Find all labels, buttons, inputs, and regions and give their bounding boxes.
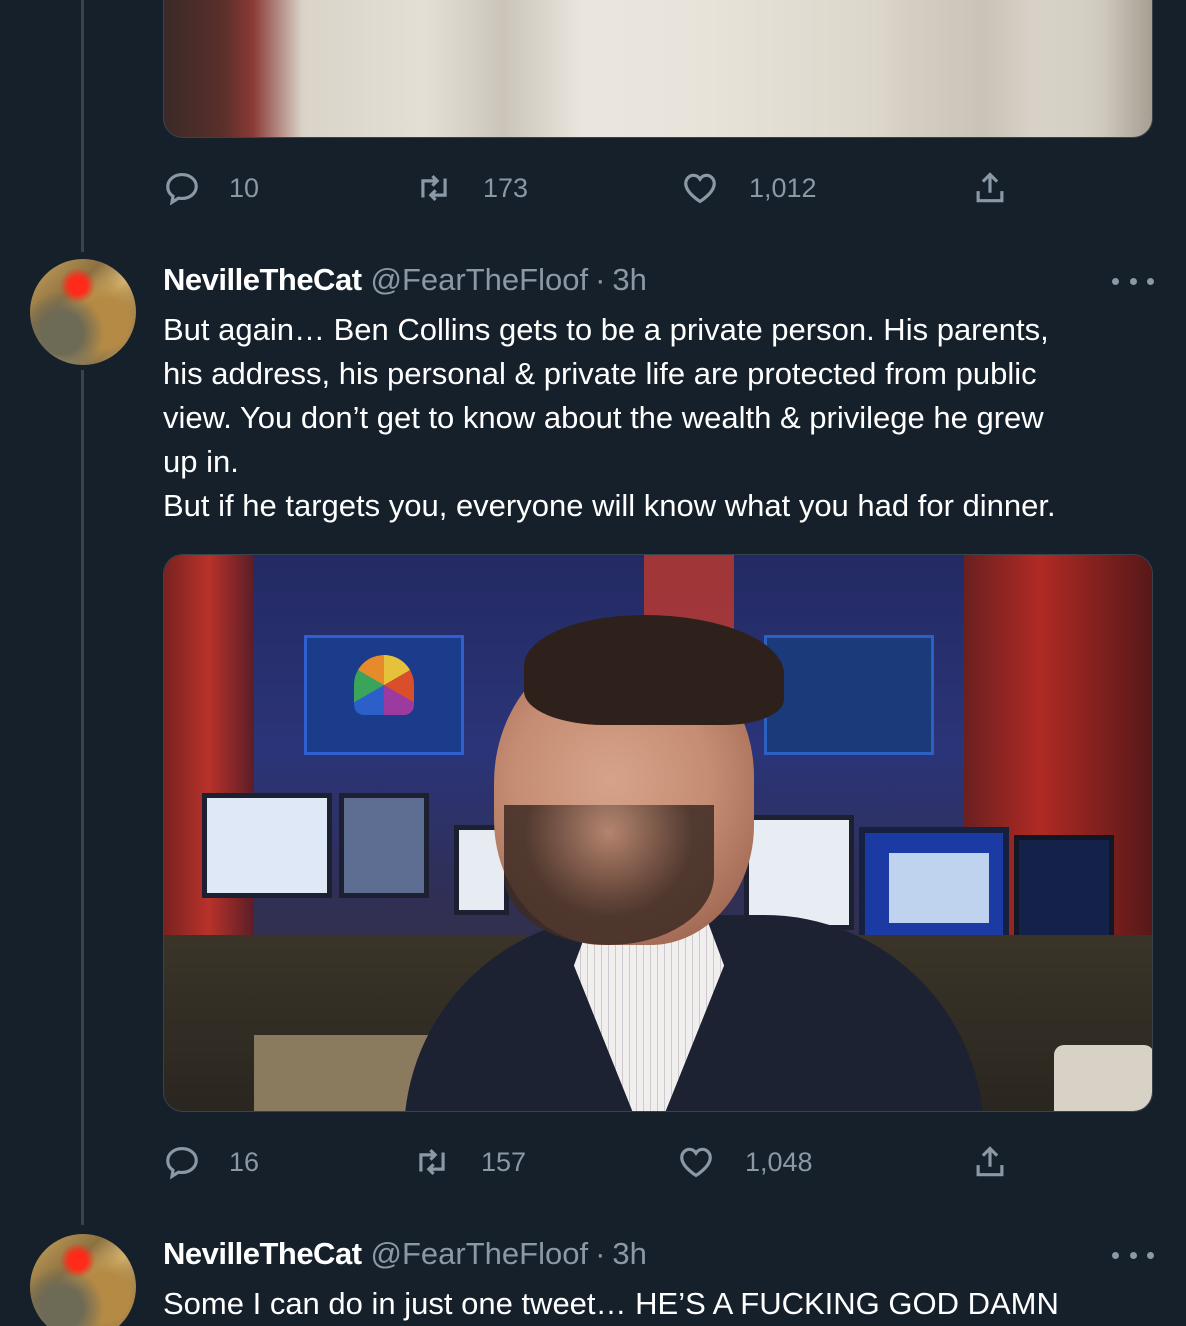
image-detail xyxy=(202,793,332,898)
thread-line xyxy=(81,370,84,1225)
more-icon xyxy=(1112,277,1119,285)
more-button[interactable] xyxy=(1112,266,1154,296)
separator: · xyxy=(595,1236,606,1271)
like-count: 1,012 xyxy=(749,172,817,203)
share-icon xyxy=(976,172,1004,203)
retweet-icon xyxy=(421,175,447,201)
user-handle[interactable]: @FearTheFloof xyxy=(371,262,589,298)
image-detail xyxy=(744,815,854,930)
image-detail xyxy=(889,853,989,923)
reply-button[interactable]: 10 xyxy=(163,168,259,208)
heart-icon xyxy=(684,173,716,204)
timestamp[interactable]: 3h xyxy=(612,1236,646,1272)
like-button[interactable]: 1,048 xyxy=(677,1142,813,1182)
image-detail xyxy=(764,635,934,755)
share-icon xyxy=(976,1146,1004,1177)
more-button[interactable] xyxy=(1112,1240,1154,1270)
more-icon xyxy=(1147,277,1154,285)
more-icon xyxy=(1147,1251,1154,1259)
share-button[interactable] xyxy=(971,1142,1009,1182)
retweet-button[interactable]: 157 xyxy=(413,1142,526,1182)
image-detail xyxy=(1014,835,1114,945)
tweet-header: NevilleTheCat @FearTheFloof · 3h xyxy=(163,1236,647,1272)
more-icon xyxy=(1129,1251,1137,1259)
more-icon xyxy=(1129,277,1137,285)
reply-count: 10 xyxy=(229,172,260,203)
like-button[interactable]: 1,012 xyxy=(681,168,817,208)
separator: · xyxy=(595,262,606,297)
avatar[interactable] xyxy=(30,1234,136,1326)
retweet-count: 157 xyxy=(481,1146,527,1177)
tweet-image[interactable] xyxy=(163,0,1153,138)
display-name[interactable]: NevilleTheCat xyxy=(163,262,362,298)
image-detail xyxy=(164,555,254,975)
heart-icon xyxy=(680,1147,712,1178)
like-count: 1,048 xyxy=(745,1146,813,1177)
retweet-count: 173 xyxy=(483,172,529,203)
tweet-text: Some I can do in just one tweet… HE’S A … xyxy=(163,1286,1059,1321)
thread-line xyxy=(81,0,84,252)
image-detail xyxy=(354,655,414,715)
timeline: 10 173 1,012 NevilleTheCat @FearTheFloof… xyxy=(0,0,1186,1326)
image-shading xyxy=(884,0,1084,137)
image-detail xyxy=(339,793,429,898)
display-name[interactable]: NevilleTheCat xyxy=(163,1236,362,1272)
reply-button[interactable]: 16 xyxy=(163,1142,259,1182)
reply-count: 16 xyxy=(229,1146,260,1177)
reply-icon xyxy=(166,172,198,206)
tweet-text: But again… Ben Collins gets to be a priv… xyxy=(163,312,1056,523)
retweet-icon xyxy=(419,1149,445,1175)
tweet-actions: 16 157 1,048 xyxy=(163,1142,1043,1182)
more-icon xyxy=(1112,1251,1119,1259)
avatar[interactable] xyxy=(30,259,136,365)
share-button[interactable] xyxy=(971,168,1009,208)
tweet-header: NevilleTheCat @FearTheFloof · 3h xyxy=(163,262,647,298)
user-handle[interactable]: @FearTheFloof xyxy=(371,1236,589,1272)
reply-icon xyxy=(166,1146,198,1180)
tweet-image[interactable] xyxy=(163,554,1153,1112)
image-detail xyxy=(1054,1045,1152,1111)
timestamp[interactable]: 3h xyxy=(612,262,646,298)
image-detail xyxy=(504,805,714,945)
retweet-button[interactable]: 173 xyxy=(415,168,528,208)
image-shading xyxy=(424,0,584,137)
tweet-actions: 10 173 1,012 xyxy=(163,168,1043,208)
